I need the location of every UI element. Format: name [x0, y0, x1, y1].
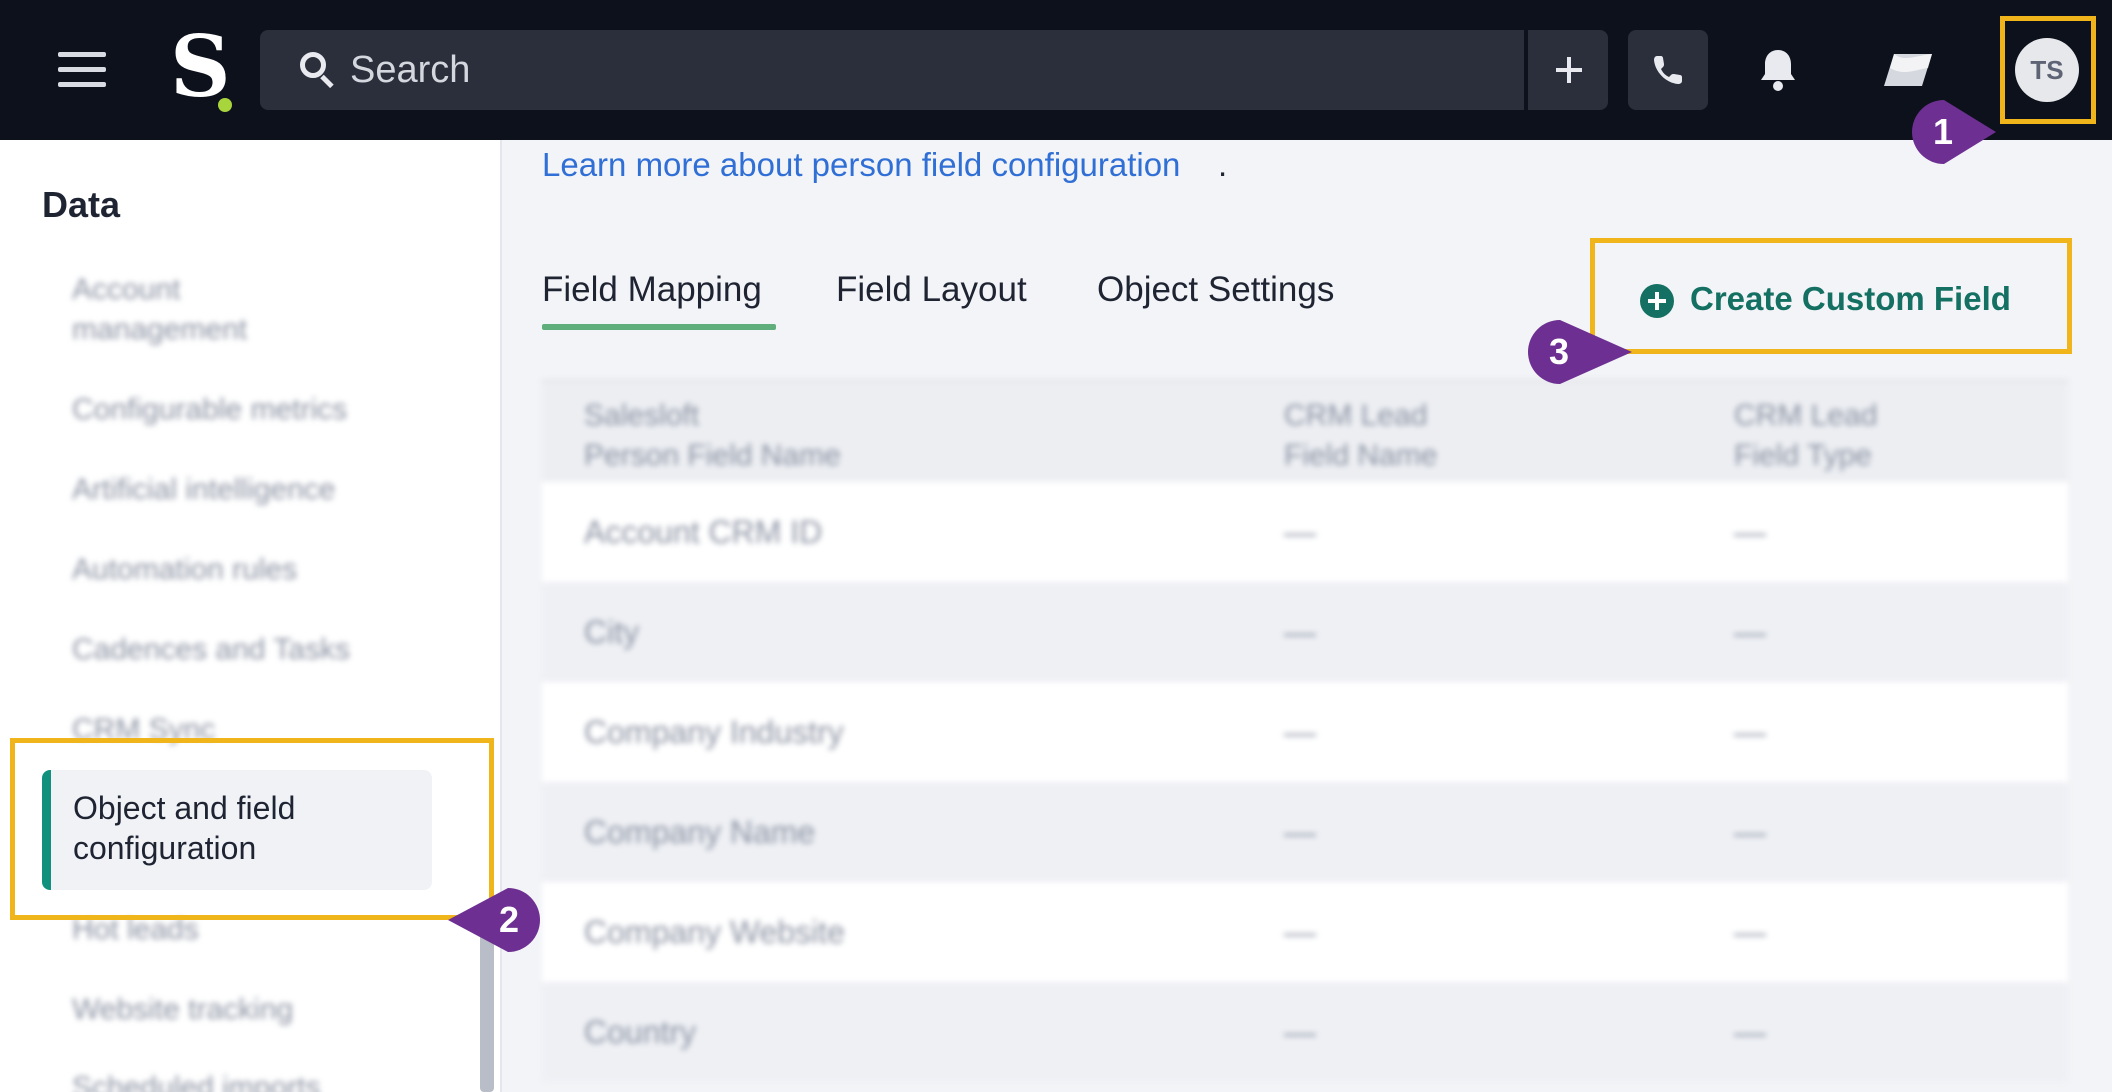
table-row[interactable]: Company Industry — —: [542, 682, 2068, 782]
cell-field-name: Company Website: [584, 914, 845, 950]
step-badge-3: 3: [1524, 318, 1632, 386]
notifications-bell-icon[interactable]: [1756, 46, 1800, 92]
table-row[interactable]: Country — —: [542, 982, 2068, 1082]
table-row[interactable]: Account CRM ID — —: [542, 482, 2068, 582]
salesloft-logo[interactable]: S: [170, 22, 240, 112]
cell-crm-type: —: [1734, 814, 1766, 850]
cell-field-name: Country: [584, 1014, 697, 1050]
search-bar[interactable]: [260, 30, 1524, 110]
field-mapping-table: Salesloft Person Field Name CRM Lead Field…: [542, 380, 2068, 1092]
phone-icon: [1654, 56, 1682, 84]
sidebar-item-scheduled-imports[interactable]: Scheduled imports: [72, 1068, 320, 1092]
table-header: Salesloft Person Field Name CRM Lead Field…: [542, 380, 2068, 482]
sidebar-item-configurable-metrics[interactable]: Configurable metrics: [72, 390, 347, 430]
cell-crm-type: —: [1734, 614, 1766, 650]
cell-crm-type: —: [1734, 714, 1766, 750]
logo-dot: [218, 98, 232, 112]
settings-sidebar: Data Account management Configurable met…: [0, 140, 502, 1092]
search-icon: [300, 52, 340, 92]
highlight-box-avatar: [2000, 16, 2096, 124]
cell-crm-name: —: [1284, 714, 1316, 750]
tab-field-layout[interactable]: Field Layout: [836, 270, 1027, 310]
phone-button[interactable]: [1628, 30, 1708, 110]
learn-more-period: .: [1218, 146, 1228, 183]
step-badge-2: 2: [444, 886, 540, 954]
top-nav-bar: S TS: [0, 0, 2112, 140]
cell-field-name: Company Industry: [584, 714, 844, 750]
cell-field-name: City: [584, 614, 640, 650]
cell-crm-name: —: [1284, 1014, 1316, 1050]
table-row[interactable]: Company Name — —: [542, 782, 2068, 882]
cell-crm-name: —: [1284, 614, 1316, 650]
cell-crm-type: —: [1734, 1014, 1766, 1050]
sidebar-item-website-tracking[interactable]: Website tracking: [72, 990, 293, 1030]
header-crm-field-type: CRM Lead Field Type: [1734, 399, 1878, 472]
cell-crm-name: —: [1284, 814, 1316, 850]
sidebar-item-account-management[interactable]: Account management: [72, 270, 322, 350]
search-input[interactable]: [350, 30, 1500, 110]
integration-app-icon[interactable]: [1880, 52, 1936, 88]
tab-field-mapping[interactable]: Field Mapping: [542, 270, 762, 310]
add-button[interactable]: [1528, 30, 1608, 110]
header-salesloft-field: Salesloft Person Field Name: [584, 399, 841, 472]
sidebar-item-automation-rules[interactable]: Automation rules: [72, 550, 297, 590]
tab-object-settings[interactable]: Object Settings: [1097, 270, 1334, 310]
menu-icon[interactable]: [58, 52, 106, 88]
table-row[interactable]: Company Website — —: [542, 882, 2068, 982]
cell-field-name: Account CRM ID: [584, 514, 823, 550]
sidebar-item-artificial-intelligence[interactable]: Artificial intelligence: [72, 470, 335, 510]
sidebar-item-cadences-tasks[interactable]: Cadences and Tasks: [72, 630, 350, 670]
step-badge-1: 1: [1908, 98, 1996, 166]
table-row[interactable]: City — —: [542, 582, 2068, 682]
cell-crm-type: —: [1734, 514, 1766, 550]
learn-more-link[interactable]: Learn more about person field configurat…: [542, 146, 1180, 184]
highlight-box-create-button: [1590, 238, 2072, 354]
highlight-box-sidebar-item: [10, 738, 494, 920]
cell-field-name: Company Name: [584, 814, 816, 850]
active-tab-indicator: [542, 324, 776, 330]
cell-crm-name: —: [1284, 514, 1316, 550]
sidebar-title: Data: [42, 184, 121, 225]
cell-crm-name: —: [1284, 914, 1316, 950]
header-crm-field-name: CRM Lead Field Name: [1284, 399, 1438, 472]
cell-crm-type: —: [1734, 914, 1766, 950]
